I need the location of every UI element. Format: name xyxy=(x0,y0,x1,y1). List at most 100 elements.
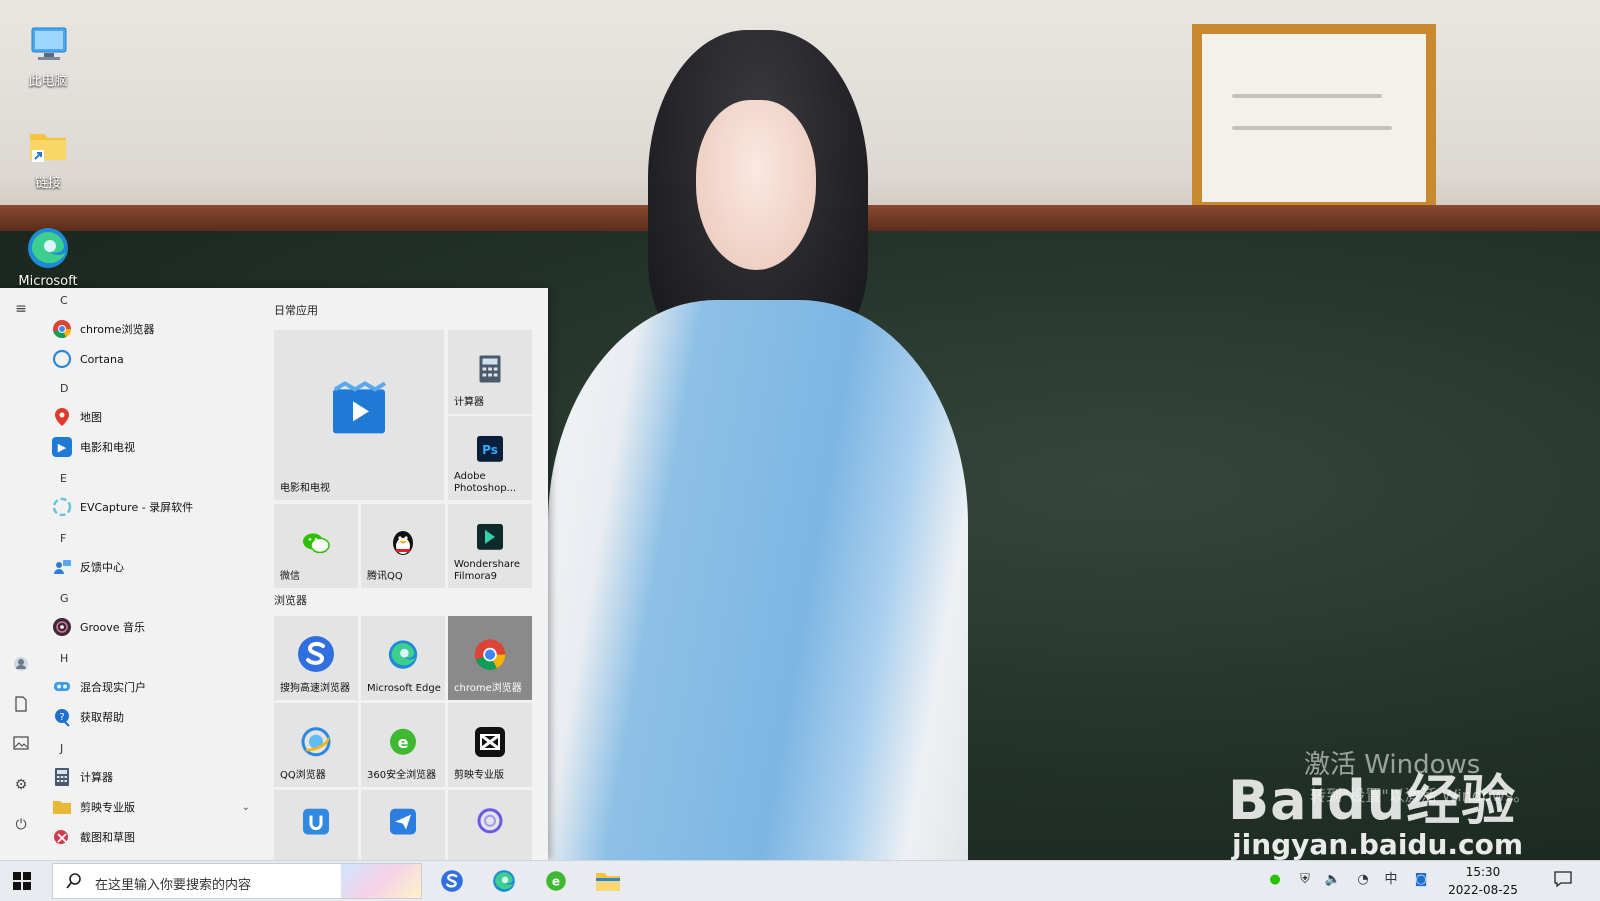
app-list-item-maps[interactable]: 地图 xyxy=(52,404,260,430)
map-pin-icon xyxy=(52,407,72,427)
baidu-watermark-brand: Baidu经验 xyxy=(1228,769,1517,832)
folder-icon xyxy=(52,797,72,817)
desktop-icon-edge[interactable]: Microsoft xyxy=(14,224,82,289)
chevron-down-icon[interactable]: ⌄ xyxy=(242,802,250,813)
edge-icon xyxy=(386,638,420,672)
pictures-icon[interactable] xyxy=(12,736,30,754)
file-explorer-icon xyxy=(596,873,620,891)
app-list-letter-g[interactable]: G xyxy=(60,592,69,605)
app-list-item-get-help[interactable]: ? 获取帮助 xyxy=(52,704,260,730)
volume-icon[interactable]: 🔈 xyxy=(1324,871,1342,889)
baidu-watermark-url: jingyan.baidu.com xyxy=(1232,828,1524,861)
sogou-browser-icon xyxy=(441,870,463,892)
tile-wechat[interactable]: 微信 xyxy=(274,504,358,588)
cortana-icon xyxy=(52,349,72,369)
taskbar-search-box[interactable]: 在这里输入你要搜索的内容 xyxy=(52,863,422,899)
security-shield-icon[interactable]: ⛨ xyxy=(1296,871,1314,889)
app-list-item-calculator[interactable]: 计算器 xyxy=(52,764,260,790)
start-tiles: 日常应用 电影和电视 计算器 Ps Adobe Photoshop... 微信 xyxy=(264,288,548,860)
calculator-icon xyxy=(478,354,502,384)
app-list-letter-h[interactable]: H xyxy=(60,652,68,665)
app-list-letter-f[interactable]: F xyxy=(60,532,66,545)
search-highlight-illustration xyxy=(341,864,421,898)
desktop-icon-this-pc[interactable]: 此电脑 xyxy=(14,20,82,89)
tile-sogou-browser[interactable]: 搜狗高速浏览器 xyxy=(274,616,358,700)
windows-logo-icon xyxy=(13,872,31,890)
svg-text:?: ? xyxy=(59,712,64,723)
app-list-letter-j[interactable]: J xyxy=(60,742,63,755)
search-placeholder: 在这里输入你要搜索的内容 xyxy=(95,878,252,893)
settings-gear-icon[interactable]: ⚙ xyxy=(12,776,30,794)
desktop-icon-label: Microsoft xyxy=(18,274,78,289)
tile-chrome[interactable]: chrome浏览器 xyxy=(448,616,532,700)
taskbar-app-360-browser[interactable]: e xyxy=(542,867,570,895)
wallpaper-character xyxy=(548,30,968,860)
sogou-browser-icon xyxy=(296,634,336,674)
app-list-item-groove-music[interactable]: Groove 音乐 xyxy=(52,614,260,640)
tile-ring-app[interactable] xyxy=(448,790,532,860)
tile-qq[interactable]: 腾讯QQ xyxy=(361,504,445,588)
tile-capcut[interactable]: 剪映专业版 xyxy=(448,703,532,787)
app-list-item-cortana[interactable]: Cortana xyxy=(52,346,260,372)
edge-icon xyxy=(493,870,515,892)
app-list-item-chrome[interactable]: chrome浏览器 xyxy=(52,316,260,342)
svg-text:Ps: Ps xyxy=(482,443,498,457)
tile-paper-plane[interactable] xyxy=(361,790,445,860)
app-list-letter-c[interactable]: C xyxy=(60,294,68,307)
desktop-icon-label: 链接 xyxy=(34,176,61,191)
windows-start-button[interactable] xyxy=(12,871,32,891)
tile-group-title-daily[interactable]: 日常应用 xyxy=(274,302,318,318)
tile-360-browser[interactable]: e 360安全浏览器 xyxy=(361,703,445,787)
feedback-icon xyxy=(52,557,72,577)
power-icon[interactable]: ⏻ xyxy=(12,816,30,834)
tile-qq-browser[interactable]: QQ浏览器 xyxy=(274,703,358,787)
ime-chinese-icon[interactable]: 中 xyxy=(1382,871,1400,889)
tile-group-title-browsers[interactable]: 浏览器 xyxy=(274,592,307,608)
app-list-letter-e[interactable]: E xyxy=(60,472,67,485)
start-menu: ≡ ⚙ ⏻ C chrome浏览器 Cortana D 地图 ▶ 电影和电视 E… xyxy=(0,288,548,860)
computer-icon xyxy=(24,20,72,68)
app-list-letter-d[interactable]: D xyxy=(60,382,68,395)
video-play-icon xyxy=(329,381,389,437)
user-icon[interactable] xyxy=(12,656,30,674)
wechat-icon xyxy=(301,530,331,556)
desktop-icon-link[interactable]: 链接 xyxy=(14,122,82,191)
app-u-icon xyxy=(303,808,329,835)
app-list-item-feedback-hub[interactable]: 反馈中心 xyxy=(52,554,260,580)
notification-icon[interactable] xyxy=(1554,871,1572,889)
clock-date: 2022-08-25 xyxy=(1448,883,1518,897)
qq-browser-icon xyxy=(300,726,332,758)
folder-shortcut-icon xyxy=(24,122,72,170)
capcut-icon xyxy=(475,727,505,757)
ring-app-icon xyxy=(476,807,504,835)
taskbar-clock[interactable]: 15:30 2022-08-25 xyxy=(1440,863,1526,899)
mixed-reality-icon xyxy=(52,677,72,697)
tile-filmora[interactable]: Wondershare Filmora9 xyxy=(448,504,532,588)
filmora-icon xyxy=(477,523,503,550)
wifi-icon[interactable]: ◔ xyxy=(1354,871,1372,889)
app-list-item-snip-sketch[interactable]: 截图和草图 xyxy=(52,824,260,850)
document-icon[interactable] xyxy=(12,696,30,714)
app-list-item-mixed-reality[interactable]: 混合现实门户 xyxy=(52,674,260,700)
taskbar-app-sogou-browser[interactable] xyxy=(438,867,466,895)
start-menu-rail: ≡ ⚙ ⏻ xyxy=(0,288,42,860)
taskbar-app-edge[interactable] xyxy=(490,867,518,895)
tile-calculator[interactable]: 计算器 xyxy=(448,330,532,414)
svg-text:e: e xyxy=(552,875,560,889)
tile-photoshop[interactable]: Ps Adobe Photoshop... xyxy=(448,416,532,500)
tile-microsoft-edge[interactable]: Microsoft Edge xyxy=(361,616,445,700)
app-list-item-movies-tv[interactable]: ▶ 电影和电视 xyxy=(52,434,260,460)
qq-penguin-icon xyxy=(390,528,416,558)
taskbar-app-file-explorer[interactable] xyxy=(594,867,622,895)
app-list-item-evcapture[interactable]: EVCapture - 录屏软件 xyxy=(52,494,260,520)
search-icon xyxy=(65,872,83,890)
tile-movies-tv[interactable]: 电影和电视 xyxy=(274,330,444,500)
app-list-item-capcut-folder[interactable]: 剪映专业版 ⌄ xyxy=(52,794,260,820)
hamburger-menu-icon[interactable]: ≡ xyxy=(12,300,30,318)
help-icon: ? xyxy=(52,707,72,727)
qq-tray-icon[interactable]: ◙ xyxy=(1412,871,1430,889)
tile-app-u[interactable] xyxy=(274,790,358,860)
wallpaper-picture-frame xyxy=(1192,24,1436,212)
photoshop-icon: Ps xyxy=(477,435,503,462)
wechat-tray-icon[interactable]: ● xyxy=(1266,871,1284,889)
